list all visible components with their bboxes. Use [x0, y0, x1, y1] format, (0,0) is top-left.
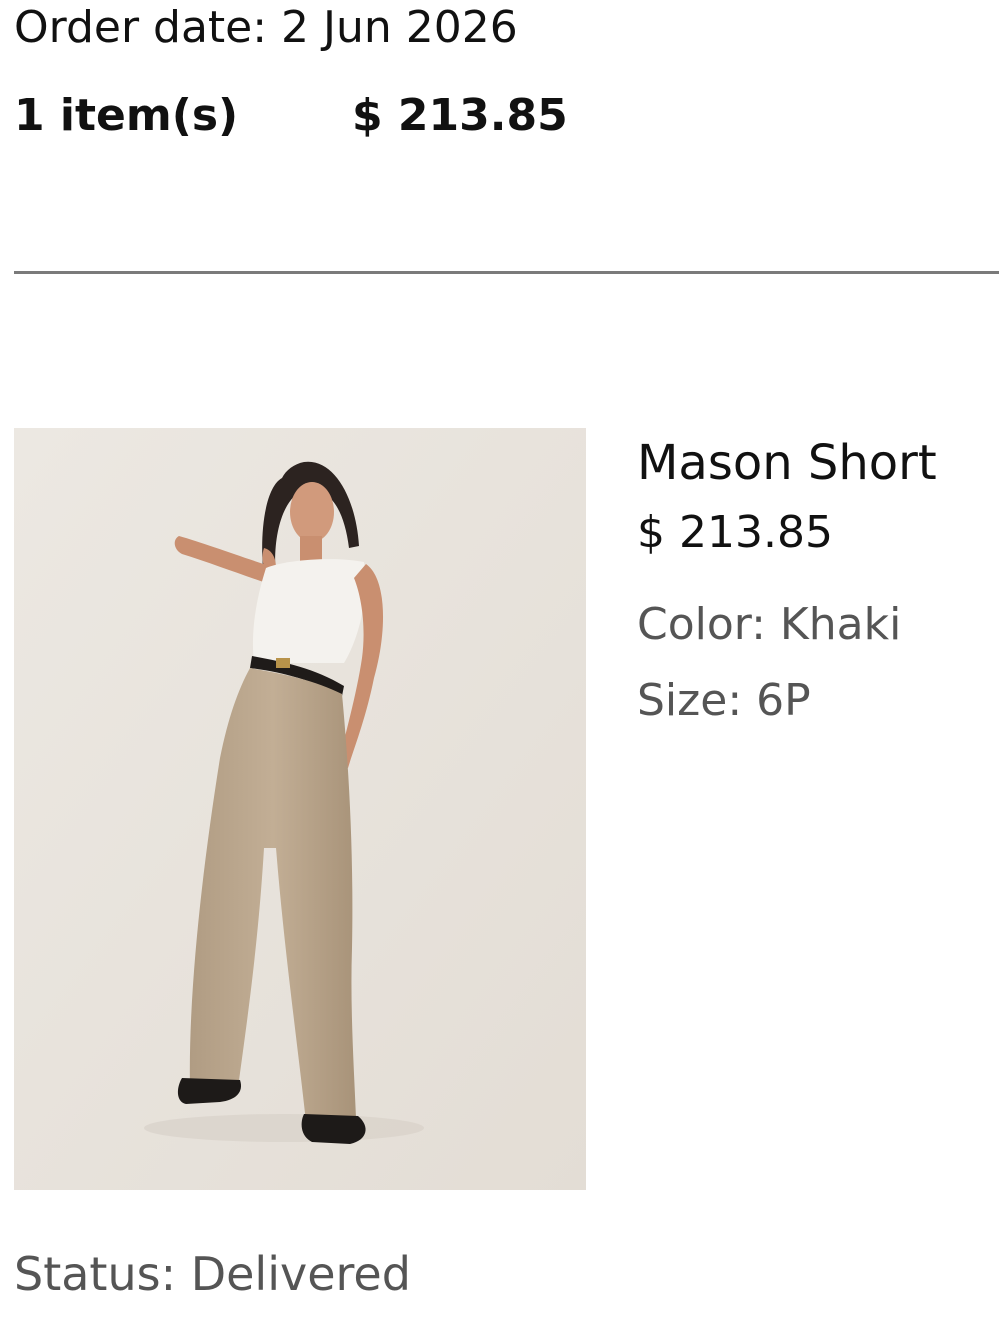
product-price: $ 213.85: [637, 507, 833, 558]
order-date: Order date: 2 Jun 2026: [14, 2, 518, 53]
product-name[interactable]: Mason Short: [637, 430, 999, 496]
order-total: $ 213.85: [352, 90, 568, 141]
divider: [14, 271, 999, 274]
item-count: 1 item(s): [14, 90, 239, 141]
product-photo-icon: [14, 428, 586, 1190]
product-info: Mason Short $ 213.85 Color: Khaki Size: …: [637, 430, 999, 730]
order-summary: 1 item(s) $ 213.85: [14, 88, 614, 144]
order-status: Status: Delivered: [14, 1247, 411, 1301]
product-size: Size: 6P: [637, 675, 811, 726]
product-image[interactable]: [14, 428, 586, 1190]
product-color: Color: Khaki: [637, 599, 902, 650]
